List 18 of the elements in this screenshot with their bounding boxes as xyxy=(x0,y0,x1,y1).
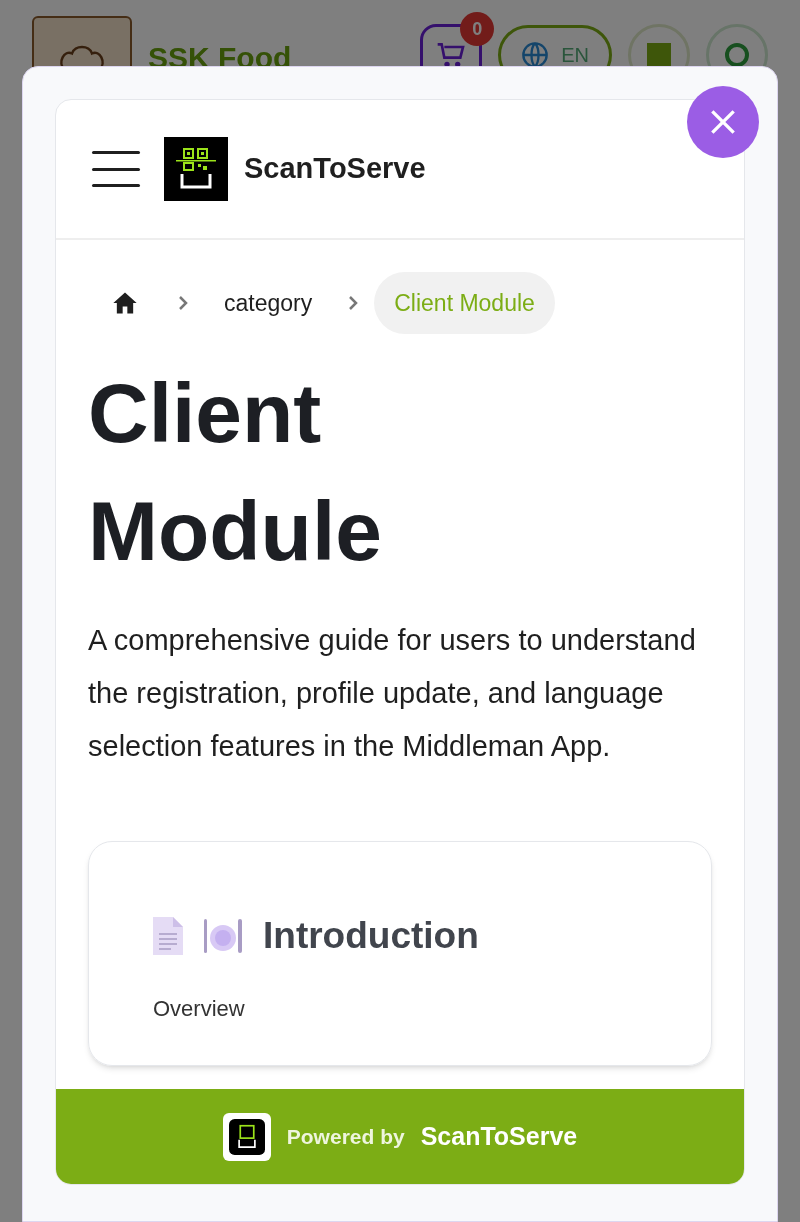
chevron-icon xyxy=(348,295,359,311)
globe-icon xyxy=(521,41,550,69)
page-title: Client Module xyxy=(88,365,383,580)
menu-icon[interactable] xyxy=(92,151,140,187)
section-subtitle: Overview xyxy=(153,994,246,1023)
app-logo xyxy=(164,137,228,201)
footer-brand: ScanToServe xyxy=(420,1120,578,1152)
powered-by-text: Powered by xyxy=(286,1123,405,1150)
breadcrumb-link[interactable]: Client Module xyxy=(374,272,555,334)
chevron-icon xyxy=(178,295,188,311)
footer-logo xyxy=(222,1112,271,1161)
breadcrumb-link[interactable]: category xyxy=(204,272,333,334)
cart-count-badge: 0 xyxy=(460,12,495,46)
section-title: Introduction xyxy=(263,914,479,958)
document-icon xyxy=(153,916,183,955)
page-description: A comprehensive guide for users to understand the registration, profile update, and language selection features in the Middleman App. xyxy=(88,623,697,764)
app-name: ScanToServe xyxy=(244,151,426,187)
plate-cutlery-icon xyxy=(203,916,243,955)
